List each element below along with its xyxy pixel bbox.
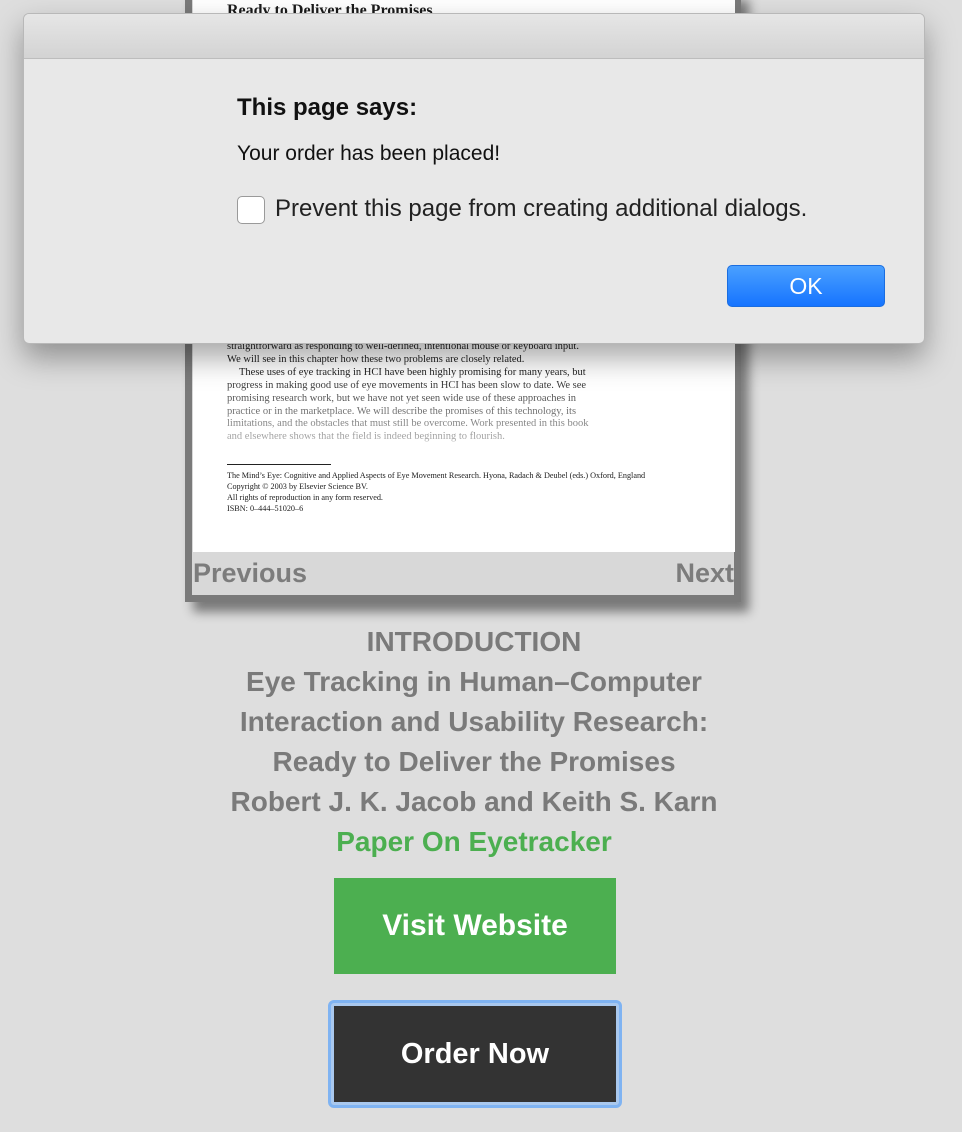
footnote-line: All rights of reproduction in any form r…	[227, 493, 383, 502]
footnote-divider	[227, 464, 331, 465]
visit-website-button[interactable]: Visit Website	[334, 878, 616, 974]
next-page-button[interactable]: Next	[675, 558, 734, 589]
order-now-button[interactable]: Order Now	[334, 1006, 616, 1102]
dialog-titlebar[interactable]	[24, 14, 924, 59]
body-line: promising research work, but we have not…	[227, 392, 577, 404]
footnote-line: ISBN: 0–444–51020–6	[227, 504, 304, 513]
book-section: INTRODUCTION	[366, 626, 582, 657]
dialog-message: Your order has been placed!	[237, 142, 501, 165]
footnote-line: The Mind’s Eye: Cognitive and Applied As…	[227, 471, 646, 480]
page-footnotes: The Mind’s Eye: Cognitive and Applied As…	[227, 470, 645, 514]
prevent-dialogs-label[interactable]: Prevent this page from creating addition…	[275, 195, 807, 223]
dialog-heading: This page says:	[237, 94, 418, 121]
book-authors: Robert J. K. Jacob and Keith S. Karn	[230, 786, 718, 817]
body-line: limitations, and the obstacles that must…	[227, 418, 589, 430]
prevent-dialogs-checkbox[interactable]	[237, 196, 265, 224]
book-title-line: Eye Tracking in Human–Computer	[246, 666, 702, 697]
body-line: and elsewhere shows that the field is in…	[227, 431, 505, 443]
alert-dialog: This page says: Your order has been plac…	[23, 13, 925, 344]
order-now-button-focus-ring[interactable]: Order Now	[328, 1000, 622, 1108]
book-category: Paper On Eyetracker	[336, 826, 612, 857]
body-line: We will see in this chapter how these tw…	[227, 353, 525, 365]
previous-page-button[interactable]: Previous	[193, 558, 307, 589]
book-title-line: Ready to Deliver the Promises	[272, 746, 676, 777]
footnote-line: Copyright © 2003 by Elsevier Science BV.	[227, 482, 368, 491]
page-body-text: straightforward as responding to well-de…	[227, 341, 627, 444]
book-info: INTRODUCTION Eye Tracking in Human–Compu…	[0, 622, 948, 862]
body-line: practice or in the marketplace. We will …	[227, 405, 577, 417]
body-line: progress in making good use of eye movem…	[227, 379, 587, 391]
book-title-line: Interaction and Usability Research:	[239, 706, 709, 737]
body-line: These uses of eye tracking in HCI have b…	[239, 366, 586, 378]
ok-button[interactable]: OK	[727, 265, 885, 307]
